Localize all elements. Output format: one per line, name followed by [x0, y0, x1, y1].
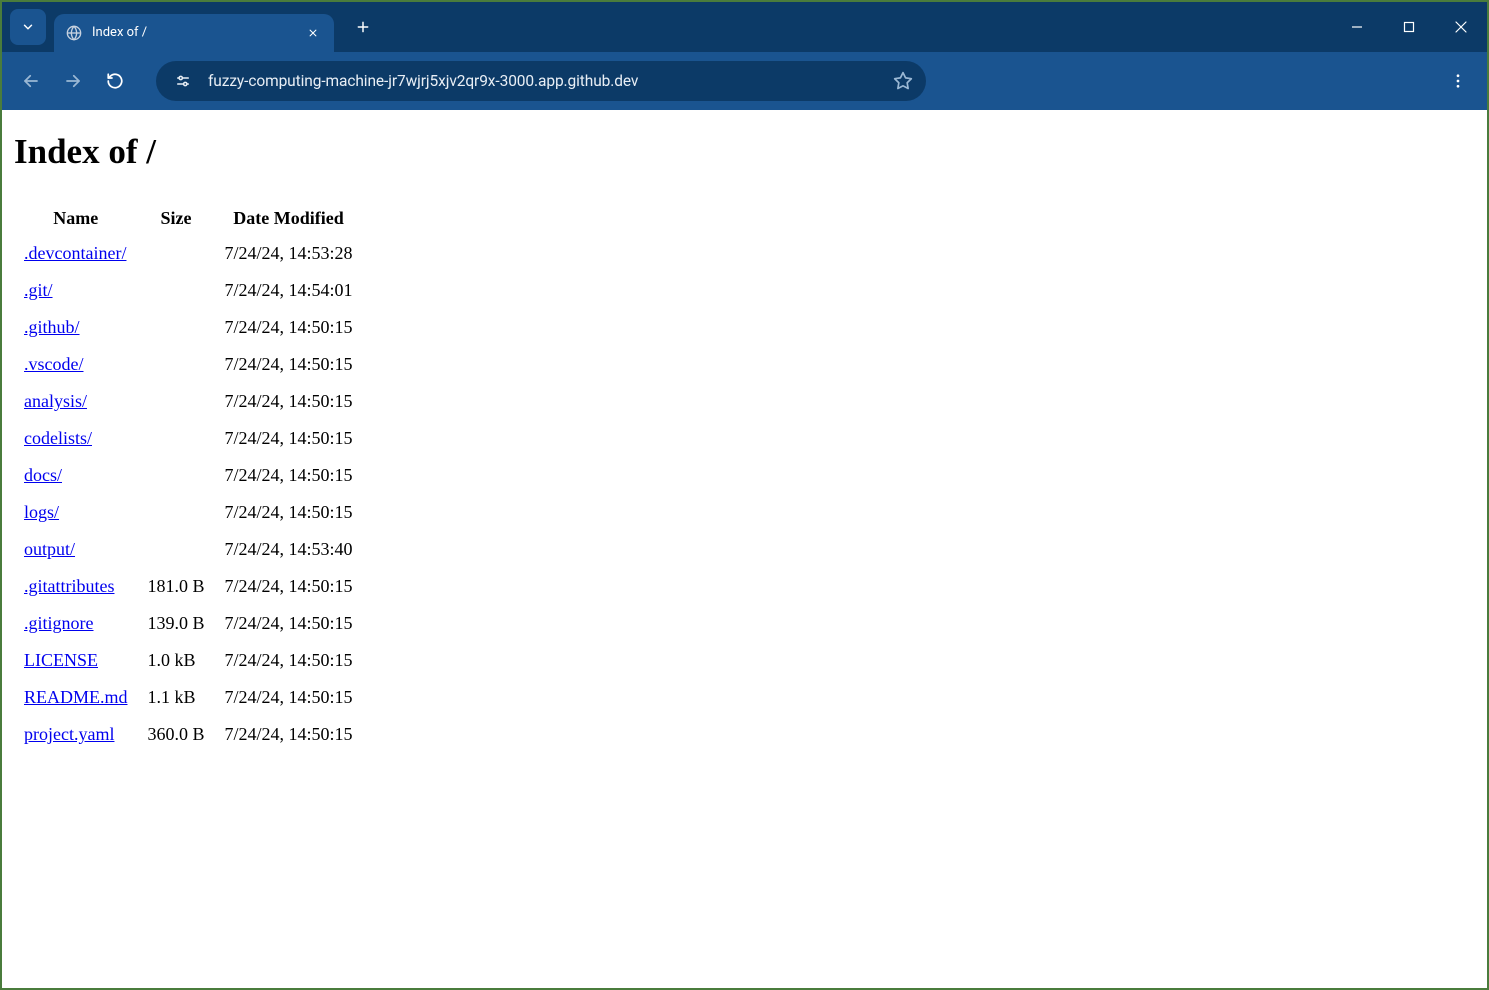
file-link[interactable]: .devcontainer/ [24, 243, 126, 263]
toolbar: fuzzy-computing-machine-jr7wjrj5xjv2qr9x… [2, 52, 1487, 110]
table-row: .git/7/24/24, 14:54:01 [14, 272, 363, 309]
file-size [138, 346, 215, 383]
reload-button[interactable] [96, 62, 134, 100]
file-modified: 7/24/24, 14:50:15 [215, 309, 363, 346]
file-size: 181.0 B [138, 568, 215, 605]
table-row: codelists/7/24/24, 14:50:15 [14, 420, 363, 457]
file-link[interactable]: .gitignore [24, 613, 94, 633]
file-modified: 7/24/24, 14:50:15 [215, 420, 363, 457]
table-row: output/7/24/24, 14:53:40 [14, 531, 363, 568]
file-modified: 7/24/24, 14:50:15 [215, 605, 363, 642]
page-content: Index of / Name Size Date Modified .devc… [2, 110, 1487, 775]
arrow-left-icon [22, 72, 40, 90]
table-row: LICENSE 1.0 kB7/24/24, 14:50:15 [14, 642, 363, 679]
maximize-icon [1403, 21, 1415, 33]
file-link[interactable]: output/ [24, 539, 75, 559]
table-row: project.yaml 360.0 B7/24/24, 14:50:15 [14, 716, 363, 753]
file-size [138, 531, 215, 568]
file-modified: 7/24/24, 14:50:15 [215, 383, 363, 420]
file-modified: 7/24/24, 14:50:15 [215, 346, 363, 383]
reload-icon [106, 72, 124, 90]
titlebar: Index of / [2, 2, 1487, 52]
window-controls [1331, 2, 1487, 52]
star-icon [893, 71, 913, 91]
table-row: .github/7/24/24, 14:50:15 [14, 309, 363, 346]
file-size [138, 309, 215, 346]
file-modified: 7/24/24, 14:50:15 [215, 716, 363, 753]
site-info-button[interactable] [170, 68, 196, 94]
file-link[interactable]: LICENSE [24, 650, 98, 670]
tab-title: Index of / [92, 25, 294, 40]
table-row: logs/7/24/24, 14:50:15 [14, 494, 363, 531]
file-size: 360.0 B [138, 716, 215, 753]
file-size [138, 272, 215, 309]
browser-menu-button[interactable] [1439, 62, 1477, 100]
arrow-right-icon [64, 72, 82, 90]
file-size [138, 383, 215, 420]
address-bar[interactable]: fuzzy-computing-machine-jr7wjrj5xjv2qr9x… [156, 61, 926, 101]
file-size [138, 494, 215, 531]
bookmark-button[interactable] [886, 64, 920, 98]
file-modified: 7/24/24, 14:53:40 [215, 531, 363, 568]
file-link[interactable]: project.yaml [24, 724, 114, 744]
plus-icon [356, 20, 370, 34]
back-button[interactable] [12, 62, 50, 100]
file-link[interactable]: .gitattributes [24, 576, 114, 596]
table-row: .vscode/7/24/24, 14:50:15 [14, 346, 363, 383]
file-modified: 7/24/24, 14:54:01 [215, 272, 363, 309]
tab-search-button[interactable] [10, 9, 46, 45]
file-modified: 7/24/24, 14:50:15 [215, 457, 363, 494]
file-link[interactable]: .vscode/ [24, 354, 83, 374]
column-header-modified: Date Modified [215, 202, 363, 235]
file-size: 139.0 B [138, 605, 215, 642]
file-modified: 7/24/24, 14:50:15 [215, 642, 363, 679]
new-tab-button[interactable] [348, 12, 378, 42]
file-link[interactable]: analysis/ [24, 391, 87, 411]
directory-listing-table: Name Size Date Modified .devcontainer/7/… [14, 202, 363, 753]
file-size [138, 457, 215, 494]
column-header-name: Name [14, 202, 138, 235]
minimize-icon [1351, 21, 1363, 33]
url-text: fuzzy-computing-machine-jr7wjrj5xjv2qr9x… [208, 72, 886, 90]
file-size [138, 235, 215, 272]
close-icon [308, 28, 318, 38]
tab-close-button[interactable] [304, 24, 322, 42]
tune-icon [174, 72, 192, 90]
file-link[interactable]: .git/ [24, 280, 53, 300]
file-modified: 7/24/24, 14:50:15 [215, 494, 363, 531]
file-modified: 7/24/24, 14:50:15 [215, 568, 363, 605]
file-modified: 7/24/24, 14:53:28 [215, 235, 363, 272]
minimize-button[interactable] [1331, 2, 1383, 52]
browser-tab[interactable]: Index of / [54, 14, 334, 52]
column-header-size: Size [138, 202, 215, 235]
page-heading: Index of / [14, 132, 1475, 172]
file-size: 1.1 kB [138, 679, 215, 716]
file-link[interactable]: README.md [24, 687, 128, 707]
maximize-button[interactable] [1383, 2, 1435, 52]
table-row: analysis/7/24/24, 14:50:15 [14, 383, 363, 420]
table-row: README.md 1.1 kB7/24/24, 14:50:15 [14, 679, 363, 716]
file-modified: 7/24/24, 14:50:15 [215, 679, 363, 716]
table-row: .gitignore 139.0 B7/24/24, 14:50:15 [14, 605, 363, 642]
table-row: docs/7/24/24, 14:50:15 [14, 457, 363, 494]
forward-button[interactable] [54, 62, 92, 100]
globe-icon [66, 25, 82, 41]
file-link[interactable]: .github/ [24, 317, 80, 337]
dots-vertical-icon [1449, 72, 1467, 90]
file-link[interactable]: codelists/ [24, 428, 92, 448]
table-row: .gitattributes 181.0 B7/24/24, 14:50:15 [14, 568, 363, 605]
file-link[interactable]: docs/ [24, 465, 62, 485]
file-link[interactable]: logs/ [24, 502, 59, 522]
table-row: .devcontainer/7/24/24, 14:53:28 [14, 235, 363, 272]
file-size [138, 420, 215, 457]
close-icon [1455, 21, 1467, 33]
close-window-button[interactable] [1435, 2, 1487, 52]
file-size: 1.0 kB [138, 642, 215, 679]
chevron-down-icon [21, 20, 35, 34]
